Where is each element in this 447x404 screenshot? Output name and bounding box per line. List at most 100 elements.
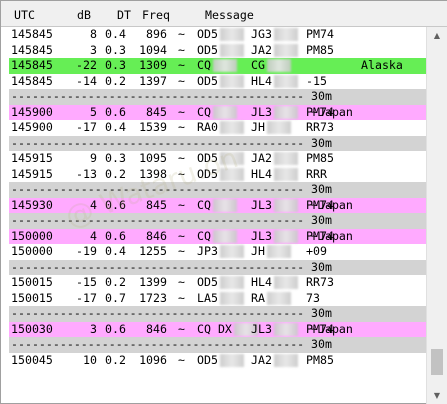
message-part: HL4 (251, 73, 272, 88)
cell-freq: 1095 (139, 151, 167, 165)
cell-dt: 0.6 (105, 321, 126, 336)
cell-utc: 145900 (11, 120, 53, 134)
message-part: OD5 (197, 166, 218, 181)
cell-freq: 1398 (139, 166, 167, 181)
message-part: PM74 (306, 27, 334, 41)
separator-row: ----------------------------------------… (9, 182, 426, 198)
cell-dt: 0.4 (105, 244, 126, 258)
message-part: PM85 (306, 42, 334, 57)
message-part: RR73 (306, 275, 334, 289)
message-part: OD5 (197, 27, 218, 41)
redaction-blur (220, 28, 244, 41)
scroll-down-arrow-icon[interactable]: ▼ (427, 387, 447, 404)
redaction-blur (274, 198, 298, 212)
message-row[interactable]: 150000 -19 0.4 1255 ~ JP3 JH +09 (9, 244, 426, 260)
redaction-blur (274, 229, 298, 243)
message-part: 73 (306, 290, 320, 305)
message-row[interactable]: 150000 4 0.6 846 ~ CQ JL3 PM74 ~Japan (9, 228, 426, 244)
message-row[interactable]: 150015 -17 0.7 1723 ~ LA5 RA 73 (9, 291, 426, 307)
message-part: JA2 (251, 352, 272, 367)
cell-db: -15 (76, 275, 97, 289)
separator-dashes: ----------------------------------------… (11, 337, 305, 351)
cell-freq: 845 (146, 104, 167, 119)
message-row[interactable]: 145845 -22 0.3 1309 ~ CQ CG Alaska (9, 58, 426, 74)
redaction-blur (274, 353, 298, 367)
cell-utc: 145930 (11, 197, 53, 212)
separator-row: ----------------------------------------… (9, 337, 426, 353)
message-part: CQ (197, 58, 211, 72)
header-dt: DT (117, 8, 131, 22)
cell-utc: 145845 (11, 58, 53, 72)
redaction-blur (220, 121, 244, 134)
band-label: 30m (311, 337, 332, 351)
scrollbar-thumb[interactable] (431, 349, 443, 375)
cell-mode: ~ (178, 352, 185, 367)
cell-freq: 896 (146, 27, 167, 41)
message-part: CQ (197, 104, 211, 119)
cell-freq: 1399 (139, 275, 167, 289)
redaction-blur (274, 105, 298, 119)
message-row[interactable]: 145845 -14 0.2 1397 ~ OD5 HL4 -15 (9, 74, 426, 90)
cell-utc: 150015 (11, 290, 53, 305)
cell-utc: 150015 (11, 275, 53, 289)
cell-mode: ~ (178, 244, 185, 258)
message-part: JH (251, 120, 265, 134)
cell-mode: ~ (178, 58, 185, 72)
cell-utc: 145915 (11, 166, 53, 181)
cell-utc: 145915 (11, 151, 53, 165)
message-row[interactable]: 145900 5 0.6 845 ~ CQ JL3 PM74 ~Japan (9, 104, 426, 120)
cell-dt: 0.4 (105, 120, 126, 134)
cell-location-note: Alaska (361, 58, 403, 72)
cell-dt: 0.3 (105, 58, 126, 72)
cell-mode: ~ (178, 120, 185, 134)
redaction-blur (213, 198, 237, 212)
message-part: CQ DX (197, 321, 232, 336)
separator-dashes: ----------------------------------------… (11, 89, 305, 103)
cell-mode: ~ (178, 73, 185, 88)
message-row[interactable]: 145915 -13 0.2 1398 ~ OD5 HL4 RRR (9, 167, 426, 183)
cell-location-note: ~Japan (311, 321, 353, 336)
message-row[interactable]: 150030 3 0.6 846 ~ CQ DX JL3 PM74 ~Japan (9, 321, 426, 337)
message-row[interactable]: 145930 4 0.6 845 ~ CQ JL3 PM74 ~Japan (9, 197, 426, 213)
message-part: PM85 (306, 352, 334, 367)
cell-mode: ~ (178, 151, 185, 165)
cell-db: 4 (90, 228, 97, 243)
cell-dt: 0.6 (105, 197, 126, 212)
message-row[interactable]: 145915 9 0.3 1095 ~ OD5 JA2 PM85 (9, 151, 426, 167)
vertical-scrollbar[interactable]: ▲ ▼ (426, 27, 447, 404)
cell-freq: 1723 (139, 290, 167, 305)
message-row[interactable]: 150045 10 0.2 1096 ~ OD5 JA2 PM85 (9, 353, 426, 369)
cell-freq: 1096 (139, 352, 167, 367)
message-row[interactable]: 145900 -17 0.4 1539 ~ RA0 JH RR73 (9, 120, 426, 136)
message-part: PM85 (306, 151, 334, 165)
cell-db: 5 (90, 104, 97, 119)
cell-db: -17 (76, 290, 97, 305)
redaction-blur (220, 245, 244, 258)
scroll-up-arrow-icon[interactable]: ▲ (427, 27, 447, 44)
message-list[interactable]: 145845 8 0.4 896 ~ OD5 JG3 PM74 145845 3 0.3 1094 ~ O… (9, 27, 426, 403)
redaction-blur (274, 28, 298, 41)
message-row[interactable]: 145845 8 0.4 896 ~ OD5 JG3 PM74 (9, 27, 426, 43)
cell-dt: 0.2 (105, 166, 126, 181)
cell-location-note: ~Japan (311, 104, 353, 119)
cell-mode: ~ (178, 104, 185, 119)
message-part: RRR (306, 166, 327, 181)
message-part: OD5 (197, 73, 218, 88)
cell-dt: 0.7 (105, 290, 126, 305)
message-row[interactable]: 145845 3 0.3 1094 ~ OD5 JA2 PM85 (9, 43, 426, 59)
message-part: OD5 (197, 151, 218, 165)
redaction-blur (220, 291, 244, 305)
cell-mode: ~ (178, 27, 185, 41)
redaction-blur (267, 59, 291, 72)
message-part: JA2 (251, 151, 272, 165)
message-row[interactable]: 150015 -15 0.2 1399 ~ OD5 HL4 RR73 (9, 275, 426, 291)
cell-db: -14 (76, 73, 97, 88)
cell-freq: 1397 (139, 73, 167, 88)
separator-row: ----------------------------------------… (9, 213, 426, 229)
cell-db: -13 (76, 166, 97, 181)
cell-db: -19 (76, 244, 97, 258)
redaction-blur (220, 43, 244, 57)
band-label: 30m (311, 306, 332, 320)
message-part: HL4 (251, 275, 272, 289)
cell-dt: 0.6 (105, 104, 126, 119)
